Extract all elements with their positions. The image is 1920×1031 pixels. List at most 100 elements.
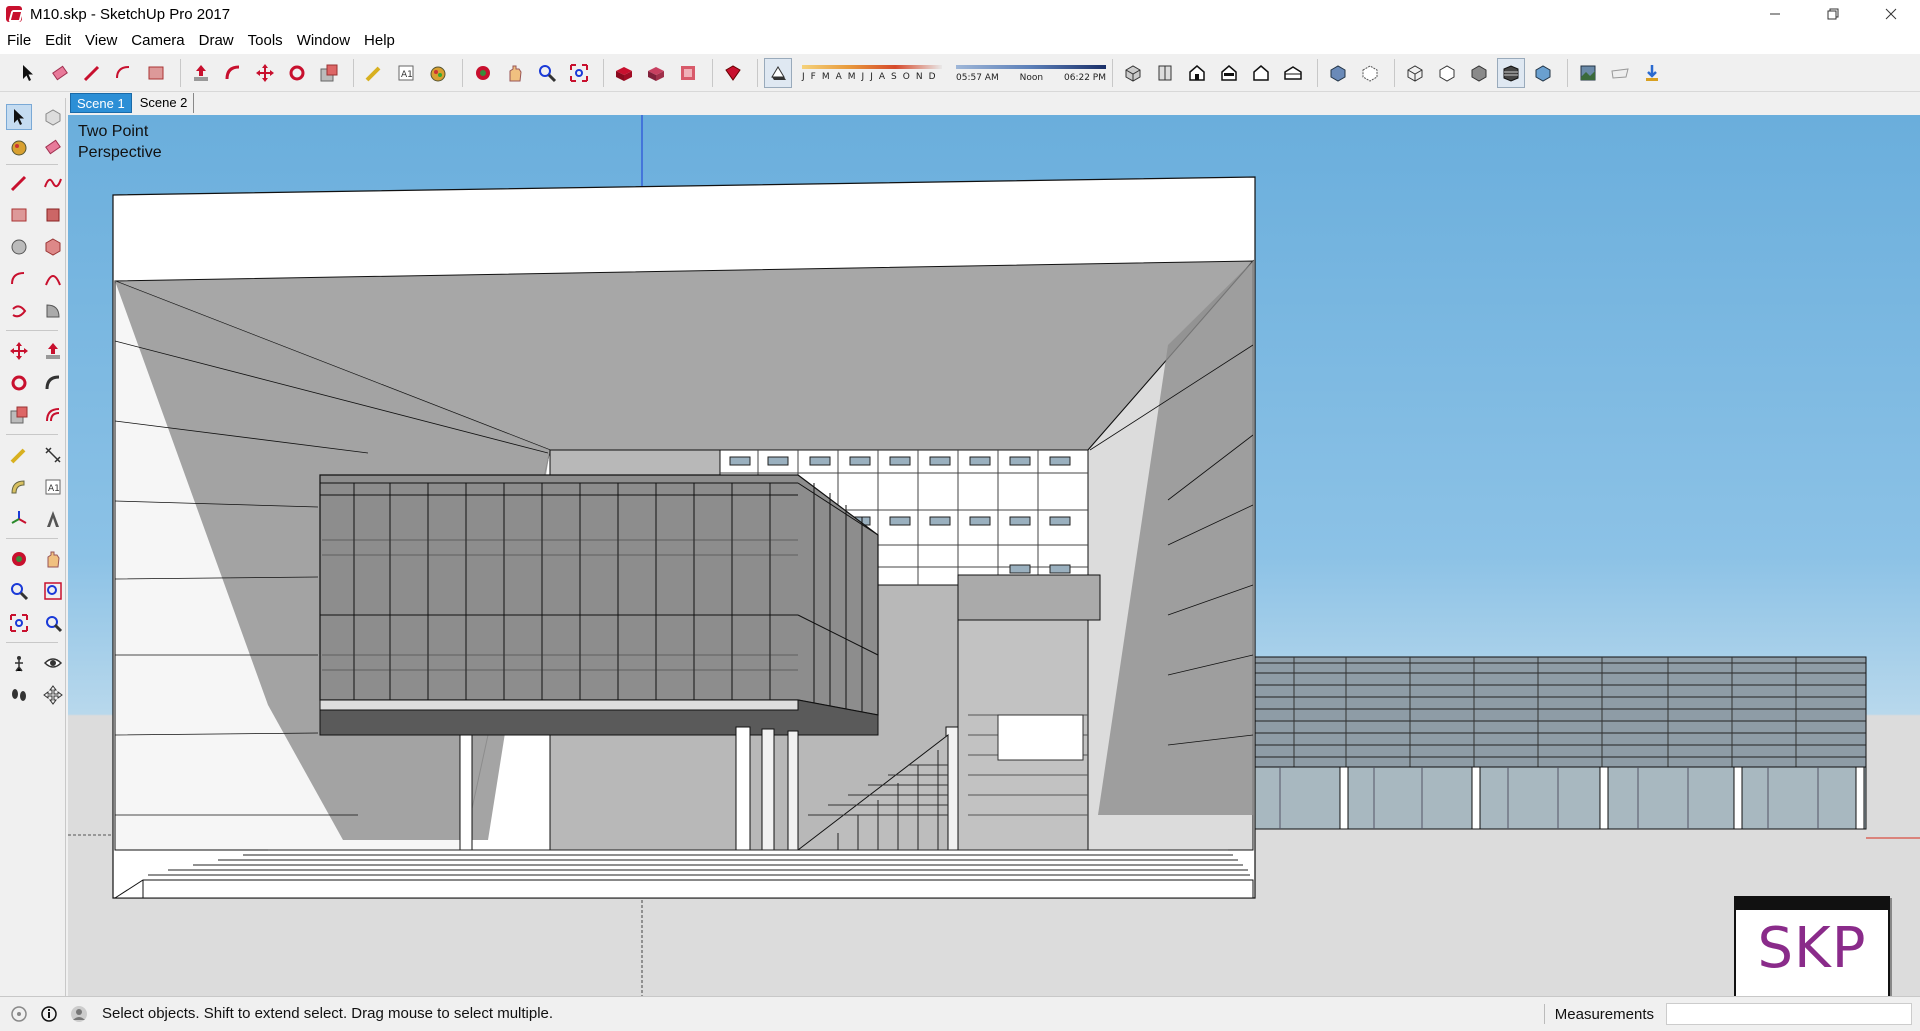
tape-measure-tool-button[interactable] <box>360 58 388 88</box>
iso-view-button[interactable] <box>1119 58 1147 88</box>
push-pull-tool[interactable] <box>40 338 66 364</box>
follow-me-tool-button[interactable] <box>219 58 247 88</box>
extension-manager-button[interactable] <box>719 58 747 88</box>
push-pull-tool-button[interactable] <box>187 58 215 88</box>
warehouse-icon <box>616 66 632 81</box>
menu-tools[interactable]: Tools <box>241 28 290 54</box>
freehand-tool[interactable] <box>40 170 66 196</box>
follow-me-tool[interactable] <box>40 370 66 396</box>
model-viewport[interactable]: Two Point Perspective SKP <box>68 115 1920 996</box>
scale-tool[interactable] <box>6 402 32 428</box>
line-tool[interactable] <box>6 170 32 196</box>
sign-in-status[interactable] <box>68 1003 90 1025</box>
export-button[interactable] <box>1638 58 1666 88</box>
tab-scene-1[interactable]: Scene 1 <box>70 93 132 113</box>
two-point-arc-tool[interactable] <box>40 266 66 292</box>
add-location-button[interactable] <box>1606 58 1634 88</box>
side-building[interactable] <box>1253 656 1867 830</box>
time-slider[interactable]: 05:57 AM Noon 06:22 PM <box>956 59 1106 87</box>
hidden-line-button[interactable] <box>1433 58 1461 88</box>
geo-location-status[interactable] <box>8 1003 30 1025</box>
paint-bucket-tool[interactable] <box>6 134 32 160</box>
menu-camera[interactable]: Camera <box>124 28 191 54</box>
zoom-tool-button[interactable] <box>533 58 561 88</box>
rectangle-tool[interactable] <box>6 202 32 228</box>
wireframe-button[interactable] <box>1401 58 1429 88</box>
menu-file[interactable]: File <box>0 28 38 54</box>
make-component-tool[interactable] <box>40 104 66 130</box>
shadows-toggle-button[interactable] <box>764 57 792 88</box>
menu-draw[interactable]: Draw <box>192 28 241 54</box>
send-to-layout-button[interactable] <box>674 58 702 88</box>
eraser-tool[interactable] <box>40 134 66 160</box>
xray-button[interactable] <box>1324 58 1352 88</box>
date-slider[interactable]: J F M A M J J A S O N D <box>802 59 942 87</box>
offset-tool[interactable] <box>40 402 66 428</box>
model-drawing[interactable] <box>68 115 1920 996</box>
move-tool-button[interactable] <box>251 58 279 88</box>
text-tool[interactable]: A1 <box>40 474 66 500</box>
pan-tool[interactable] <box>40 546 66 572</box>
tape-measure-tool[interactable] <box>6 442 32 468</box>
section-plane-tool[interactable] <box>40 682 66 708</box>
3d-warehouse-button[interactable] <box>610 58 638 88</box>
dimension-tool[interactable] <box>40 442 66 468</box>
orbit-tool[interactable] <box>6 546 32 572</box>
protractor-tool[interactable] <box>6 474 32 500</box>
extension-warehouse-button[interactable] <box>642 58 670 88</box>
restore-button[interactable] <box>1804 0 1862 28</box>
three-point-arc-tool[interactable] <box>6 298 32 324</box>
move-tool[interactable] <box>6 338 32 364</box>
select-tool[interactable] <box>6 104 32 130</box>
position-camera-tool[interactable] <box>6 650 32 676</box>
look-around-tool[interactable] <box>40 650 66 676</box>
rotate-tool-button[interactable] <box>283 58 311 88</box>
zoom-extents-tool[interactable] <box>6 610 32 636</box>
eraser-tool-button[interactable] <box>46 58 74 88</box>
main-building[interactable] <box>112 176 1256 899</box>
circle-tool[interactable] <box>6 234 32 260</box>
back-edges-button[interactable] <box>1356 58 1384 88</box>
month-label: A <box>835 71 842 82</box>
measurements-input[interactable] <box>1666 1003 1912 1025</box>
left-view-button[interactable] <box>1279 58 1307 88</box>
zoom-tool[interactable] <box>6 578 32 604</box>
back-view-button[interactable] <box>1247 58 1275 88</box>
menu-edit[interactable]: Edit <box>38 28 78 54</box>
walk-tool[interactable] <box>6 682 32 708</box>
top-view-button[interactable] <box>1151 58 1179 88</box>
zoom-window-tool[interactable] <box>40 578 66 604</box>
pan-tool-button[interactable] <box>501 58 529 88</box>
menu-window[interactable]: Window <box>290 28 357 54</box>
axes-tool[interactable] <box>6 506 32 532</box>
circle-icon <box>11 239 27 255</box>
pie-tool[interactable] <box>40 298 66 324</box>
paint-bucket-tool-button[interactable] <box>424 58 452 88</box>
text-tool-button[interactable]: A1 <box>392 58 420 88</box>
front-view-button[interactable] <box>1183 58 1211 88</box>
photo-textures-button[interactable] <box>1574 58 1602 88</box>
close-button[interactable] <box>1862 0 1920 28</box>
minimize-button[interactable] <box>1746 0 1804 28</box>
tab-scene-2[interactable]: Scene 2 <box>134 93 195 113</box>
rotated-rectangle-tool[interactable] <box>40 202 66 228</box>
rectangle-tool-button[interactable] <box>142 58 170 88</box>
3d-text-tool[interactable] <box>40 506 66 532</box>
rotate-tool[interactable] <box>6 370 32 396</box>
previous-view-tool[interactable] <box>40 610 66 636</box>
scale-tool-button[interactable] <box>315 58 343 88</box>
arc-tool-button[interactable] <box>110 58 138 88</box>
credits-status[interactable] <box>38 1003 60 1025</box>
arc-tool[interactable] <box>6 266 32 292</box>
zoom-extents-tool-button[interactable] <box>565 58 593 88</box>
menu-help[interactable]: Help <box>357 28 402 54</box>
orbit-tool-button[interactable] <box>469 58 497 88</box>
shaded-textures-button[interactable] <box>1497 57 1525 88</box>
monochrome-button[interactable] <box>1529 58 1557 88</box>
right-view-button[interactable] <box>1215 58 1243 88</box>
select-tool-button[interactable] <box>14 58 42 88</box>
polygon-tool[interactable] <box>40 234 66 260</box>
pencil-tool-button[interactable] <box>78 58 106 88</box>
menu-view[interactable]: View <box>78 28 124 54</box>
shaded-button[interactable] <box>1465 58 1493 88</box>
